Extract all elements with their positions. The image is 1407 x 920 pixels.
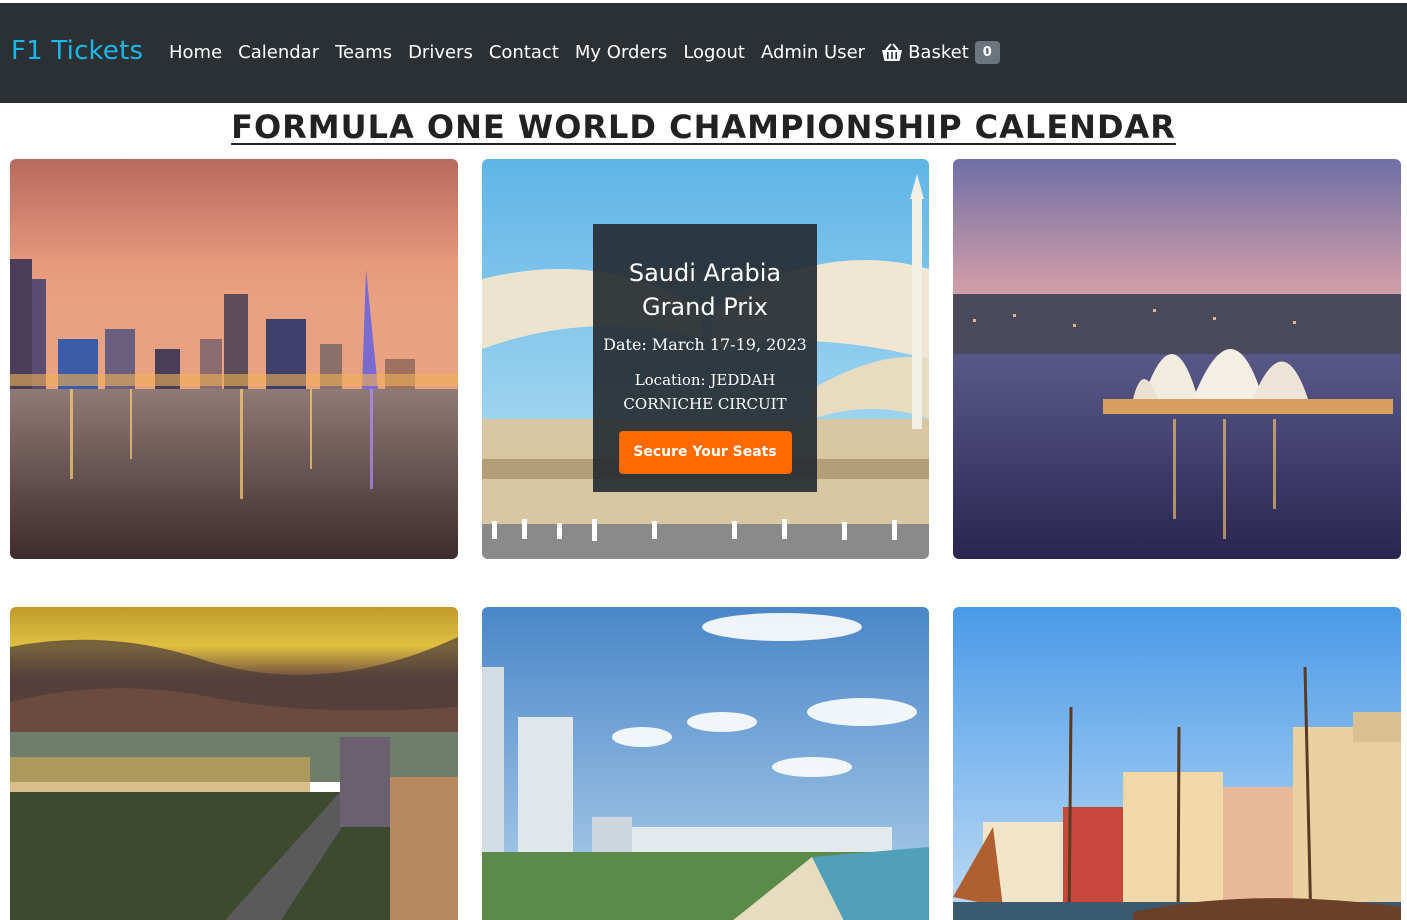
bahrain-skyline-image — [10, 159, 458, 559]
sydney-opera-house-image — [953, 159, 1401, 559]
nav-links: Home Calendar Teams Drivers Contact My O… — [169, 41, 1000, 64]
harbour-boats-image — [953, 607, 1401, 920]
page-title: FORMULA ONE WORLD CHAMPIONSHIP CALENDAR — [0, 108, 1407, 146]
race-card-emilia-romagna[interactable] — [953, 607, 1401, 920]
race-location: Location: JEDDAH CORNICHE CIRCUIT — [623, 371, 787, 413]
race-card-australia[interactable] — [953, 159, 1401, 559]
nav-my-orders[interactable]: My Orders — [575, 42, 667, 63]
race-card-miami[interactable] — [482, 607, 929, 920]
nav-home[interactable]: Home — [169, 42, 222, 63]
nav-logout[interactable]: Logout — [683, 42, 745, 63]
nav-teams[interactable]: Teams — [335, 42, 392, 63]
race-info-overlay: Saudi Arabia Grand Prix Date: March 17-1… — [593, 224, 817, 492]
nav-drivers[interactable]: Drivers — [408, 42, 473, 63]
race-card-saudi-arabia[interactable]: Saudi Arabia Grand Prix Date: March 17-1… — [482, 159, 929, 559]
basket-icon — [882, 42, 903, 61]
brand-logo[interactable]: F1 Tickets — [11, 36, 143, 66]
race-date: Date: March 17-19, 2023 — [603, 335, 807, 354]
race-card-azerbaijan[interactable] — [10, 607, 458, 920]
race-card-bahrain[interactable] — [10, 159, 458, 559]
basket-label: Basket — [908, 42, 969, 63]
miami-beach-image — [482, 607, 929, 920]
basket-link[interactable]: Basket 0 — [881, 41, 1000, 64]
baku-city-image — [10, 607, 458, 920]
page-title-text: FORMULA ONE WORLD CHAMPIONSHIP CALENDAR — [231, 108, 1176, 146]
race-title: Saudi Arabia Grand Prix — [628, 259, 782, 321]
navbar: F1 Tickets Home Calendar Teams Drivers C… — [0, 3, 1407, 103]
nav-admin-user[interactable]: Admin User — [761, 42, 865, 63]
nav-contact[interactable]: Contact — [489, 42, 559, 63]
basket-count-badge: 0 — [974, 41, 1000, 64]
nav-calendar[interactable]: Calendar — [238, 42, 319, 63]
secure-seats-button[interactable]: Secure Your Seats — [618, 431, 792, 474]
